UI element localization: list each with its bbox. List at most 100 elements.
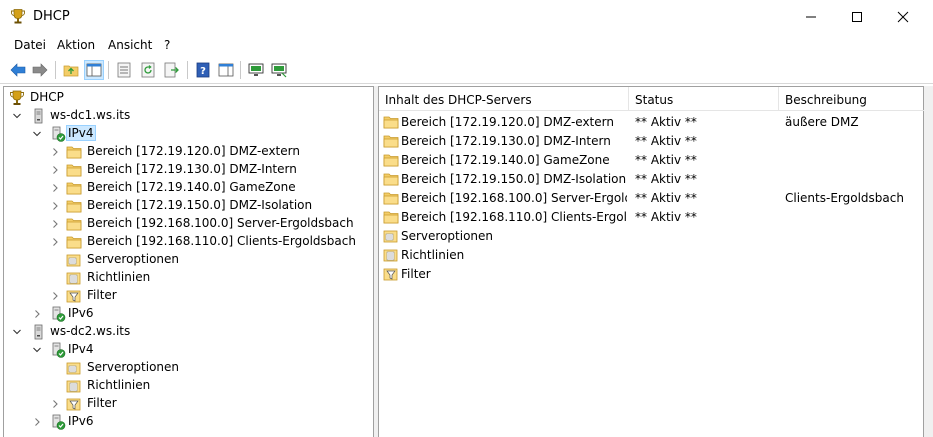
tree-label: Bereich [172.19.130.0] DMZ-Intern [87, 162, 297, 176]
export-list-button[interactable] [162, 60, 182, 80]
chevron-right-icon[interactable] [50, 219, 60, 229]
minimize-icon [806, 16, 816, 18]
chevron-down-icon[interactable] [12, 111, 22, 121]
column-header-inhalt[interactable]: Inhalt des DHCP-Servers [379, 87, 629, 111]
folder-icon [383, 190, 399, 206]
serveroptions-icon [66, 360, 82, 376]
close-icon [897, 11, 909, 23]
help-button[interactable]: ? [193, 60, 213, 80]
list-item[interactable]: Bereich [192.168.100.0] Server-Ergoldsba… [379, 189, 925, 208]
menu-ansicht[interactable]: Ansicht [108, 38, 152, 52]
window-border [924, 86, 933, 437]
export-list-icon [164, 62, 179, 78]
menu-help[interactable]: ? [164, 38, 170, 52]
chevron-right-icon[interactable] [50, 147, 60, 157]
up-one-level-button[interactable] [61, 60, 81, 80]
tree-label: Filter [87, 396, 117, 410]
tree-label: IPv6 [68, 414, 94, 428]
close-button[interactable] [880, 0, 926, 34]
refresh-icon [141, 62, 155, 78]
list-item-status: ** Aktiv ** [635, 134, 697, 148]
folder-icon [66, 234, 82, 250]
chevron-right-icon[interactable] [32, 309, 42, 319]
list-item[interactable]: Filter [379, 265, 925, 284]
folder-icon [66, 162, 82, 178]
details-list[interactable]: Inhalt des DHCP-Servers Status Beschreib… [378, 86, 925, 437]
show-hide-console-tree-button[interactable] [84, 60, 104, 80]
console-tree-icon [86, 63, 102, 77]
monitor-server-icon [271, 63, 287, 78]
server-status-button[interactable] [269, 60, 289, 80]
folder-up-icon [63, 65, 79, 77]
minimize-button[interactable] [788, 0, 834, 34]
column-header-beschreibung[interactable]: Beschreibung [779, 87, 925, 111]
server-icon [30, 108, 46, 124]
folder-icon [66, 180, 82, 196]
chevron-right-icon[interactable] [50, 237, 60, 247]
chevron-right-icon[interactable] [50, 291, 60, 301]
list-item-status: ** Aktiv ** [635, 153, 697, 167]
policies-icon [66, 270, 82, 286]
chevron-down-icon[interactable] [32, 129, 42, 139]
tree-label: IPv4 [66, 125, 96, 141]
chevron-right-icon[interactable] [50, 201, 60, 211]
server-icon [30, 324, 46, 340]
display-statistics-button[interactable] [246, 60, 266, 80]
list-item[interactable]: Bereich [172.19.140.0] GameZone ** Aktiv … [379, 151, 925, 170]
refresh-button[interactable] [138, 60, 158, 80]
serveroptions-icon [383, 228, 399, 244]
folder-icon [66, 144, 82, 160]
back-button[interactable] [8, 60, 28, 80]
tree-label: Bereich [192.168.110.0] Clients-Ergoldsb… [87, 234, 356, 248]
tree-label: Serveroptionen [87, 252, 180, 266]
show-action-pane-button[interactable] [216, 60, 236, 80]
tree-label: Bereich [172.19.140.0] GameZone [87, 180, 296, 194]
forward-button[interactable] [30, 60, 50, 80]
properties-icon [117, 62, 131, 78]
folder-icon [383, 152, 399, 168]
ipv6-icon [50, 414, 66, 430]
dhcp-app-icon [10, 8, 26, 25]
list-item[interactable]: Bereich [172.19.130.0] DMZ-Intern ** Akti… [379, 132, 925, 151]
tree-label: DHCP [30, 90, 64, 104]
list-item-status: ** Aktiv ** [635, 191, 697, 205]
tree-label: IPv4 [68, 342, 94, 356]
window-title: DHCP [33, 9, 70, 24]
list-item[interactable]: Bereich [172.19.120.0] DMZ-extern ** Akti… [379, 113, 925, 132]
folder-icon [383, 133, 399, 149]
list-item[interactable]: Serveroptionen [379, 227, 925, 246]
chevron-right-icon[interactable] [50, 183, 60, 193]
menu-datei[interactable]: Datei [14, 38, 46, 52]
column-header-status[interactable]: Status [629, 87, 779, 111]
menu-aktion[interactable]: Aktion [57, 38, 95, 52]
list-item-description: Clients-Ergoldsbach [785, 191, 904, 205]
tree-label: ws-dc2.ws.its [50, 324, 131, 338]
chevron-down-icon[interactable] [32, 345, 42, 355]
list-item[interactable]: Bereich [192.168.110.0] Clients-Ergoldsb… [379, 208, 925, 227]
folder-icon [383, 171, 399, 187]
chevron-right-icon[interactable] [50, 399, 60, 409]
svg-text:?: ? [200, 66, 206, 77]
list-item-name: Bereich [172.19.150.0] DMZ-Isolation [401, 172, 627, 186]
folder-icon [66, 216, 82, 232]
folder-icon [383, 209, 399, 225]
list-header: Inhalt des DHCP-Servers Status Beschreib… [379, 87, 925, 111]
chevron-right-icon[interactable] [32, 417, 42, 427]
help-book-icon: ? [196, 62, 210, 78]
console-tree[interactable]: DHCP ws-dc1.ws.its IPv4 Bereich [172.19.… [3, 86, 374, 437]
filter-icon [66, 288, 82, 304]
list-item-name: Bereich [172.19.120.0] DMZ-extern [401, 115, 614, 129]
ipv4-icon [50, 342, 66, 358]
list-item[interactable]: Bereich [172.19.150.0] DMZ-Isolation ** A… [379, 170, 925, 189]
chevron-right-icon[interactable] [50, 165, 60, 175]
tree-label: IPv6 [68, 306, 94, 320]
list-item-name: Bereich [192.168.110.0] Clients-Ergoldsb… [401, 210, 627, 224]
list-item[interactable]: Richtlinien [379, 246, 925, 265]
policies-icon [383, 247, 399, 263]
chevron-down-icon[interactable] [12, 327, 22, 337]
toolbar: ? [0, 56, 933, 84]
back-arrow-icon [10, 63, 26, 77]
properties-button[interactable] [114, 60, 134, 80]
maximize-button[interactable] [834, 0, 880, 34]
filter-icon [383, 266, 399, 282]
